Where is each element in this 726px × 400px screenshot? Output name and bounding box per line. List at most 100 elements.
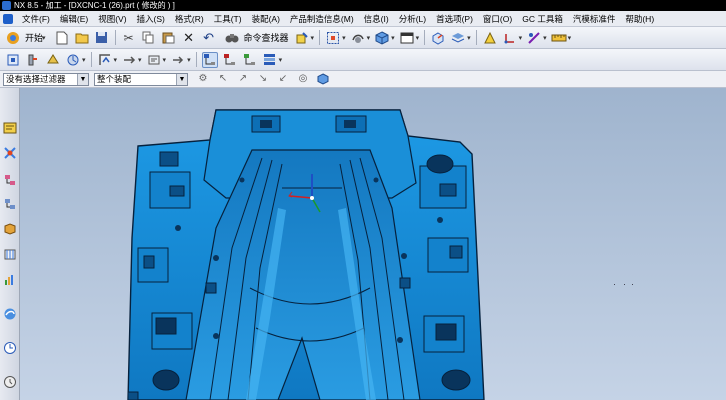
menu-help[interactable]: 帮助(H)	[620, 11, 659, 26]
delete-icon[interactable]: ✕	[181, 30, 197, 46]
menu-preferences[interactable]: 首选项(P)	[431, 11, 478, 26]
toolbar-separator	[475, 30, 477, 45]
snap-center-icon[interactable]: ↙	[275, 71, 291, 87]
wcs-icon[interactable]	[502, 30, 518, 46]
view-filter-icon[interactable]: ◎	[295, 71, 311, 87]
chevron-down-icon[interactable]: ▾	[311, 34, 315, 42]
create-tool-icon[interactable]	[25, 52, 41, 68]
create-program-icon[interactable]	[5, 52, 21, 68]
chevron-down-icon[interactable]: ▾	[342, 34, 346, 42]
generate-path-icon[interactable]	[97, 52, 113, 68]
menu-pmi[interactable]: 产品制造信息(M)	[285, 11, 359, 26]
nx-app-icon	[2, 1, 11, 10]
hd3d-tools-icon[interactable]	[2, 272, 17, 287]
feature-icon[interactable]	[482, 30, 498, 46]
internet-explorer-icon[interactable]	[2, 306, 17, 321]
chevron-down-icon[interactable]: ▾	[367, 34, 371, 42]
chevron-down-icon[interactable]: ▾	[543, 34, 547, 42]
general-selection-filter-icon[interactable]: ⚙	[195, 71, 211, 87]
type-filter-select[interactable]: 没有选择过滤器 ▼	[3, 72, 89, 86]
rotate-view-icon[interactable]	[350, 30, 366, 46]
menu-assemblies[interactable]: 装配(A)	[247, 11, 285, 26]
type-filter-value: 没有选择过滤器	[6, 73, 66, 84]
chevron-down-icon[interactable]: ▾	[187, 56, 191, 64]
chevron-down-icon[interactable]: ▾	[568, 34, 572, 42]
chevron-down-icon[interactable]: ▾	[138, 56, 142, 64]
chevron-down-icon: ▼	[176, 73, 187, 85]
standard-toolbar: 开始 ▾ ✂ ✕ ↶ 命令查找器 ▾ ▾ ▾ ▾ ▾ ▾ ▾ ▾ ▾	[0, 27, 726, 49]
machine-tool-view-icon[interactable]	[222, 52, 238, 68]
system-materials-icon[interactable]	[2, 374, 17, 389]
machine-navigator-icon[interactable]	[2, 145, 17, 160]
cut-icon[interactable]: ✂	[121, 30, 137, 46]
menu-analysis[interactable]: 分析(L)	[394, 11, 431, 26]
menu-auto-mold-standard[interactable]: 汽模标准件	[568, 11, 621, 26]
fit-view-icon[interactable]	[325, 30, 341, 46]
copy-icon[interactable]	[141, 30, 157, 46]
selection-scope-value: 整个装配	[97, 73, 132, 84]
paste-icon[interactable]	[161, 30, 177, 46]
method-view-icon[interactable]	[262, 52, 278, 68]
shaded-cube-icon[interactable]	[374, 30, 390, 46]
shop-doc-icon[interactable]	[170, 52, 186, 68]
verify-path-icon[interactable]	[121, 52, 137, 68]
menu-tools[interactable]: 工具(T)	[209, 11, 247, 26]
chevron-down-icon[interactable]: ▾	[114, 56, 118, 64]
mold-model[interactable]	[20, 88, 726, 400]
toolbar-separator	[114, 30, 116, 45]
menu-information[interactable]: 信息(I)	[359, 11, 394, 26]
menu-edit[interactable]: 编辑(E)	[55, 11, 93, 26]
toolbar-separator	[195, 52, 197, 67]
part-navigator-icon[interactable]	[2, 221, 17, 236]
undo-icon[interactable]: ↶	[201, 30, 217, 46]
window-title-bar: NX 8.5 - 加工 - [DXCNC-1 (26).prt ( 修改的 ) …	[0, 0, 726, 11]
show-hide-icon[interactable]	[294, 30, 310, 46]
open-folder-icon[interactable]	[74, 30, 90, 46]
snap-end-icon[interactable]: ↗	[235, 71, 251, 87]
sketch-icon[interactable]	[526, 30, 542, 46]
select-body-icon[interactable]	[315, 71, 331, 87]
graphics-window[interactable]	[20, 88, 726, 400]
geometry-view-icon[interactable]	[242, 52, 258, 68]
menu-file[interactable]: 文件(F)	[17, 11, 55, 26]
assembly-navigator-icon[interactable]	[2, 172, 17, 187]
selection-scope-select[interactable]: 整个装配 ▼	[94, 72, 188, 86]
menu-insert[interactable]: 插入(S)	[132, 11, 170, 26]
operation-navigator-icon[interactable]	[2, 120, 17, 135]
orient-view-icon[interactable]	[430, 30, 446, 46]
start-label: 开始	[25, 33, 44, 43]
snap-point-icon[interactable]: ↖	[215, 71, 231, 87]
postprocess-icon[interactable]	[146, 52, 162, 68]
chevron-down-icon[interactable]: ▾	[163, 56, 167, 64]
background-icon[interactable]	[399, 30, 415, 46]
background-marks	[614, 284, 633, 285]
snap-mid-icon[interactable]: ↘	[255, 71, 271, 87]
chevron-down-icon[interactable]: ▾	[391, 34, 395, 42]
menu-format[interactable]: 格式(R)	[170, 11, 209, 26]
chevron-down-icon[interactable]: ▾	[279, 56, 283, 64]
layer-icon[interactable]	[450, 30, 466, 46]
menu-gc-toolkit[interactable]: GC 工具箱	[517, 11, 568, 26]
constraint-navigator-icon[interactable]	[2, 196, 17, 211]
create-method-icon[interactable]	[65, 52, 81, 68]
command-finder-button[interactable]: 命令查找器	[222, 30, 289, 46]
chevron-down-icon: ▼	[77, 73, 88, 85]
menu-view[interactable]: 视图(V)	[93, 11, 131, 26]
program-order-view-icon[interactable]	[201, 51, 218, 68]
nx-menu-icon[interactable]	[3, 13, 13, 24]
save-icon[interactable]	[94, 30, 110, 46]
new-file-icon[interactable]	[54, 30, 70, 46]
bottom-left-notch	[127, 391, 139, 400]
menu-window[interactable]: 窗口(O)	[478, 11, 517, 26]
history-icon[interactable]	[2, 340, 17, 355]
measure-icon[interactable]	[551, 30, 567, 46]
chevron-down-icon[interactable]: ▾	[519, 34, 523, 42]
menu-bar: 文件(F) 编辑(E) 视图(V) 插入(S) 格式(R) 工具(T) 装配(A…	[0, 11, 726, 27]
reuse-library-icon[interactable]	[2, 246, 17, 261]
start-button[interactable]: 开始 ▾	[3, 30, 48, 46]
chevron-down-icon[interactable]: ▾	[467, 34, 471, 42]
create-geometry-icon[interactable]	[45, 52, 61, 68]
chevron-down-icon[interactable]: ▾	[82, 56, 86, 64]
window-title: NX 8.5 - 加工 - [DXCNC-1 (26).prt ( 修改的 ) …	[14, 1, 175, 10]
chevron-down-icon[interactable]: ▾	[416, 34, 420, 42]
